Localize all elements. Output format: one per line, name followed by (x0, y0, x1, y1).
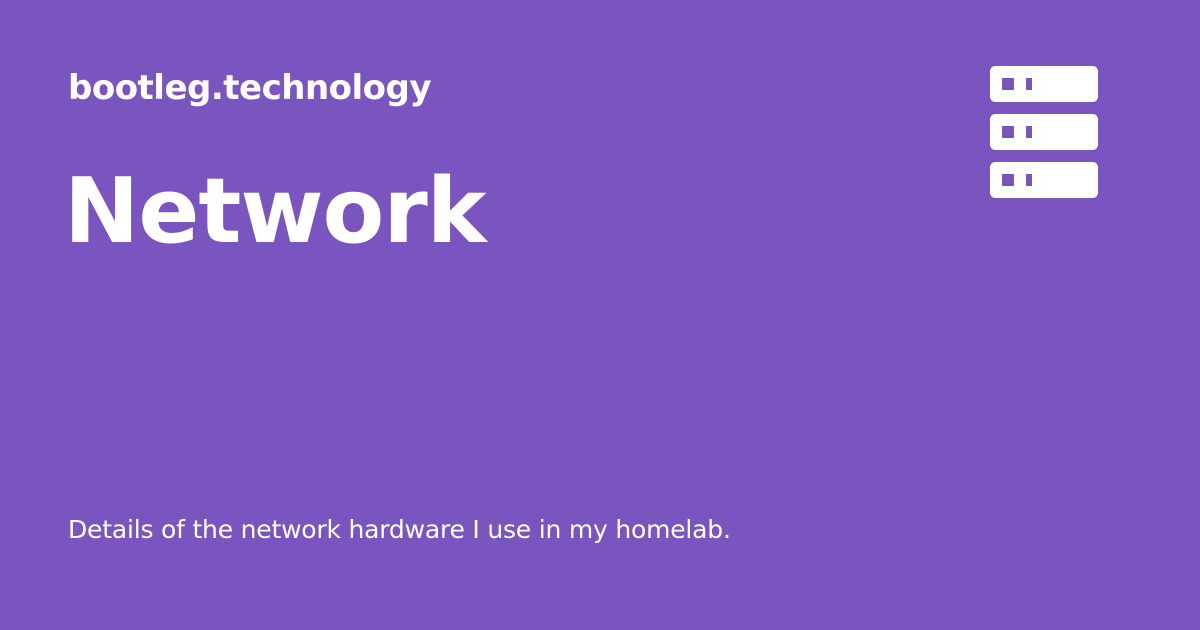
site-name: bootleg.technology (68, 68, 432, 108)
server-unit-top (990, 66, 1098, 102)
server-unit-bottom (990, 162, 1098, 198)
page-title: Network (64, 159, 487, 264)
server-icon (990, 66, 1098, 198)
server-unit-middle (990, 114, 1098, 150)
page-description: Details of the network hardware I use in… (68, 515, 731, 544)
